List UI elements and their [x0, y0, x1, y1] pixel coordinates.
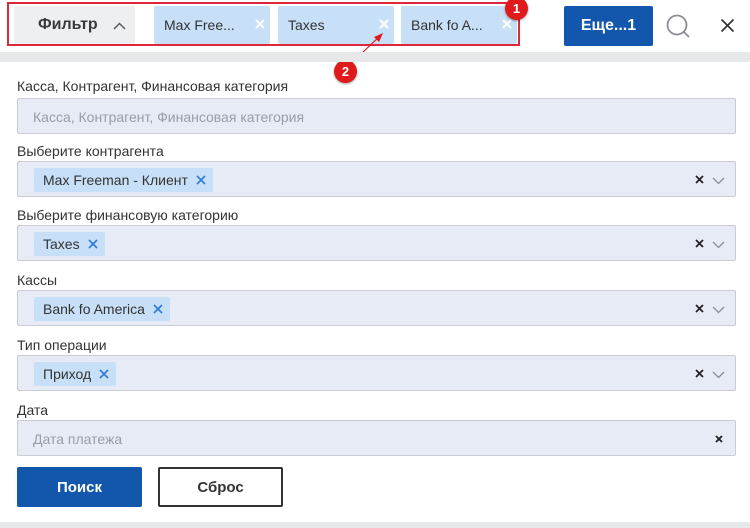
selected-chip: Taxes [34, 232, 105, 256]
financial-category-select[interactable]: Taxes [17, 225, 736, 261]
operation-type-select[interactable]: Приход [17, 355, 736, 391]
chip-text: Max Freeman - Клиент [43, 172, 188, 188]
clear-icon[interactable] [695, 175, 704, 184]
field-label: Тип операции [17, 337, 107, 353]
highlight-box [7, 2, 520, 46]
clear-icon[interactable] [695, 369, 704, 378]
chevron-down-icon[interactable] [712, 371, 725, 379]
chevron-down-icon[interactable] [712, 177, 725, 185]
field-label: Касса, Контрагент, Финансовая категория [17, 78, 289, 94]
field-label: Дата [17, 402, 49, 418]
reset-button[interactable]: Сброс [158, 467, 283, 507]
clear-icon[interactable] [695, 239, 704, 248]
chevron-down-icon[interactable] [712, 241, 725, 249]
counterparty-select[interactable]: Max Freeman - Клиент [17, 161, 736, 197]
chevron-down-icon[interactable] [712, 306, 725, 314]
annotation-badge-1: 1 [505, 0, 528, 20]
chip-text: Приход [43, 366, 92, 382]
search-button[interactable]: Поиск [17, 467, 142, 507]
search-icon[interactable] [665, 13, 691, 39]
selected-chip: Max Freeman - Клиент [34, 168, 213, 192]
cash-registers-select[interactable]: Bank fo America [17, 290, 736, 326]
chip-text: Bank fo America [43, 301, 145, 317]
cash-counterparty-category-search[interactable]: Касса, Контрагент, Финансовая категория [17, 98, 736, 134]
chip-text: Taxes [43, 236, 80, 252]
field-label: Кассы [17, 272, 58, 288]
remove-chip-icon[interactable] [88, 239, 98, 249]
divider [0, 522, 750, 528]
selected-chip: Bank fo America [34, 297, 170, 321]
placeholder-text: Касса, Контрагент, Финансовая категория [33, 109, 305, 125]
annotation-badge-2: 2 [334, 60, 357, 83]
clear-icon[interactable] [695, 304, 704, 313]
remove-chip-icon[interactable] [153, 304, 163, 314]
close-icon[interactable] [720, 18, 735, 33]
clear-icon[interactable] [715, 435, 723, 443]
field-label: Выберите контрагента [17, 143, 164, 159]
divider [0, 52, 750, 62]
payment-date-input[interactable]: Дата платежа [17, 420, 736, 456]
field-label: Выберите финансовую категорию [17, 207, 239, 223]
remove-chip-icon[interactable] [99, 369, 109, 379]
selected-chip: Приход [34, 362, 117, 386]
more-filters-button[interactable]: Еще...1 [564, 6, 653, 46]
remove-chip-icon[interactable] [196, 175, 206, 185]
placeholder-text: Дата платежа [33, 431, 123, 447]
